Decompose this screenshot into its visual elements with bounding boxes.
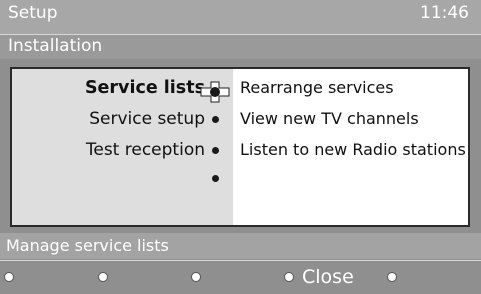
bullet-dot-icon bbox=[212, 116, 219, 123]
tv-menu-screen: Setup 11:46 Installation Service lists S… bbox=[0, 0, 481, 294]
breadcrumb-bar: Installation bbox=[0, 35, 481, 59]
breadcrumb-section: Installation bbox=[8, 36, 103, 56]
title-bar: Setup 11:46 bbox=[0, 0, 481, 34]
menu-item-service-setup[interactable]: Service setup bbox=[89, 109, 205, 129]
option-listen-new-radio[interactable]: Listen to new Radio stations bbox=[240, 140, 466, 160]
option-key-icon[interactable] bbox=[387, 272, 397, 282]
menu-item-service-lists[interactable]: Service lists bbox=[85, 78, 205, 98]
help-text: Manage service lists bbox=[6, 236, 169, 255]
blue-key-icon[interactable] bbox=[284, 272, 294, 282]
menu-panel: Service lists Service setup Test recepti… bbox=[10, 67, 470, 227]
clock-time: 11:46 bbox=[420, 3, 469, 23]
color-key-bar: Close bbox=[0, 262, 481, 294]
menu-title: Setup bbox=[8, 3, 58, 23]
help-bar: Manage service lists bbox=[0, 233, 481, 259]
red-key-icon[interactable] bbox=[4, 272, 14, 282]
close-button[interactable]: Close bbox=[302, 266, 354, 288]
divider bbox=[0, 260, 481, 261]
bullet-dot-icon bbox=[212, 175, 219, 182]
option-view-new-tv-channels[interactable]: View new TV channels bbox=[240, 109, 419, 129]
navigation-cross-icon bbox=[200, 81, 230, 103]
yellow-key-icon[interactable] bbox=[191, 272, 201, 282]
menu-item-test-reception[interactable]: Test reception bbox=[86, 140, 205, 160]
option-rearrange-services[interactable]: Rearrange services bbox=[240, 78, 394, 98]
green-key-icon[interactable] bbox=[98, 272, 108, 282]
bullet-dot-icon bbox=[212, 147, 219, 154]
